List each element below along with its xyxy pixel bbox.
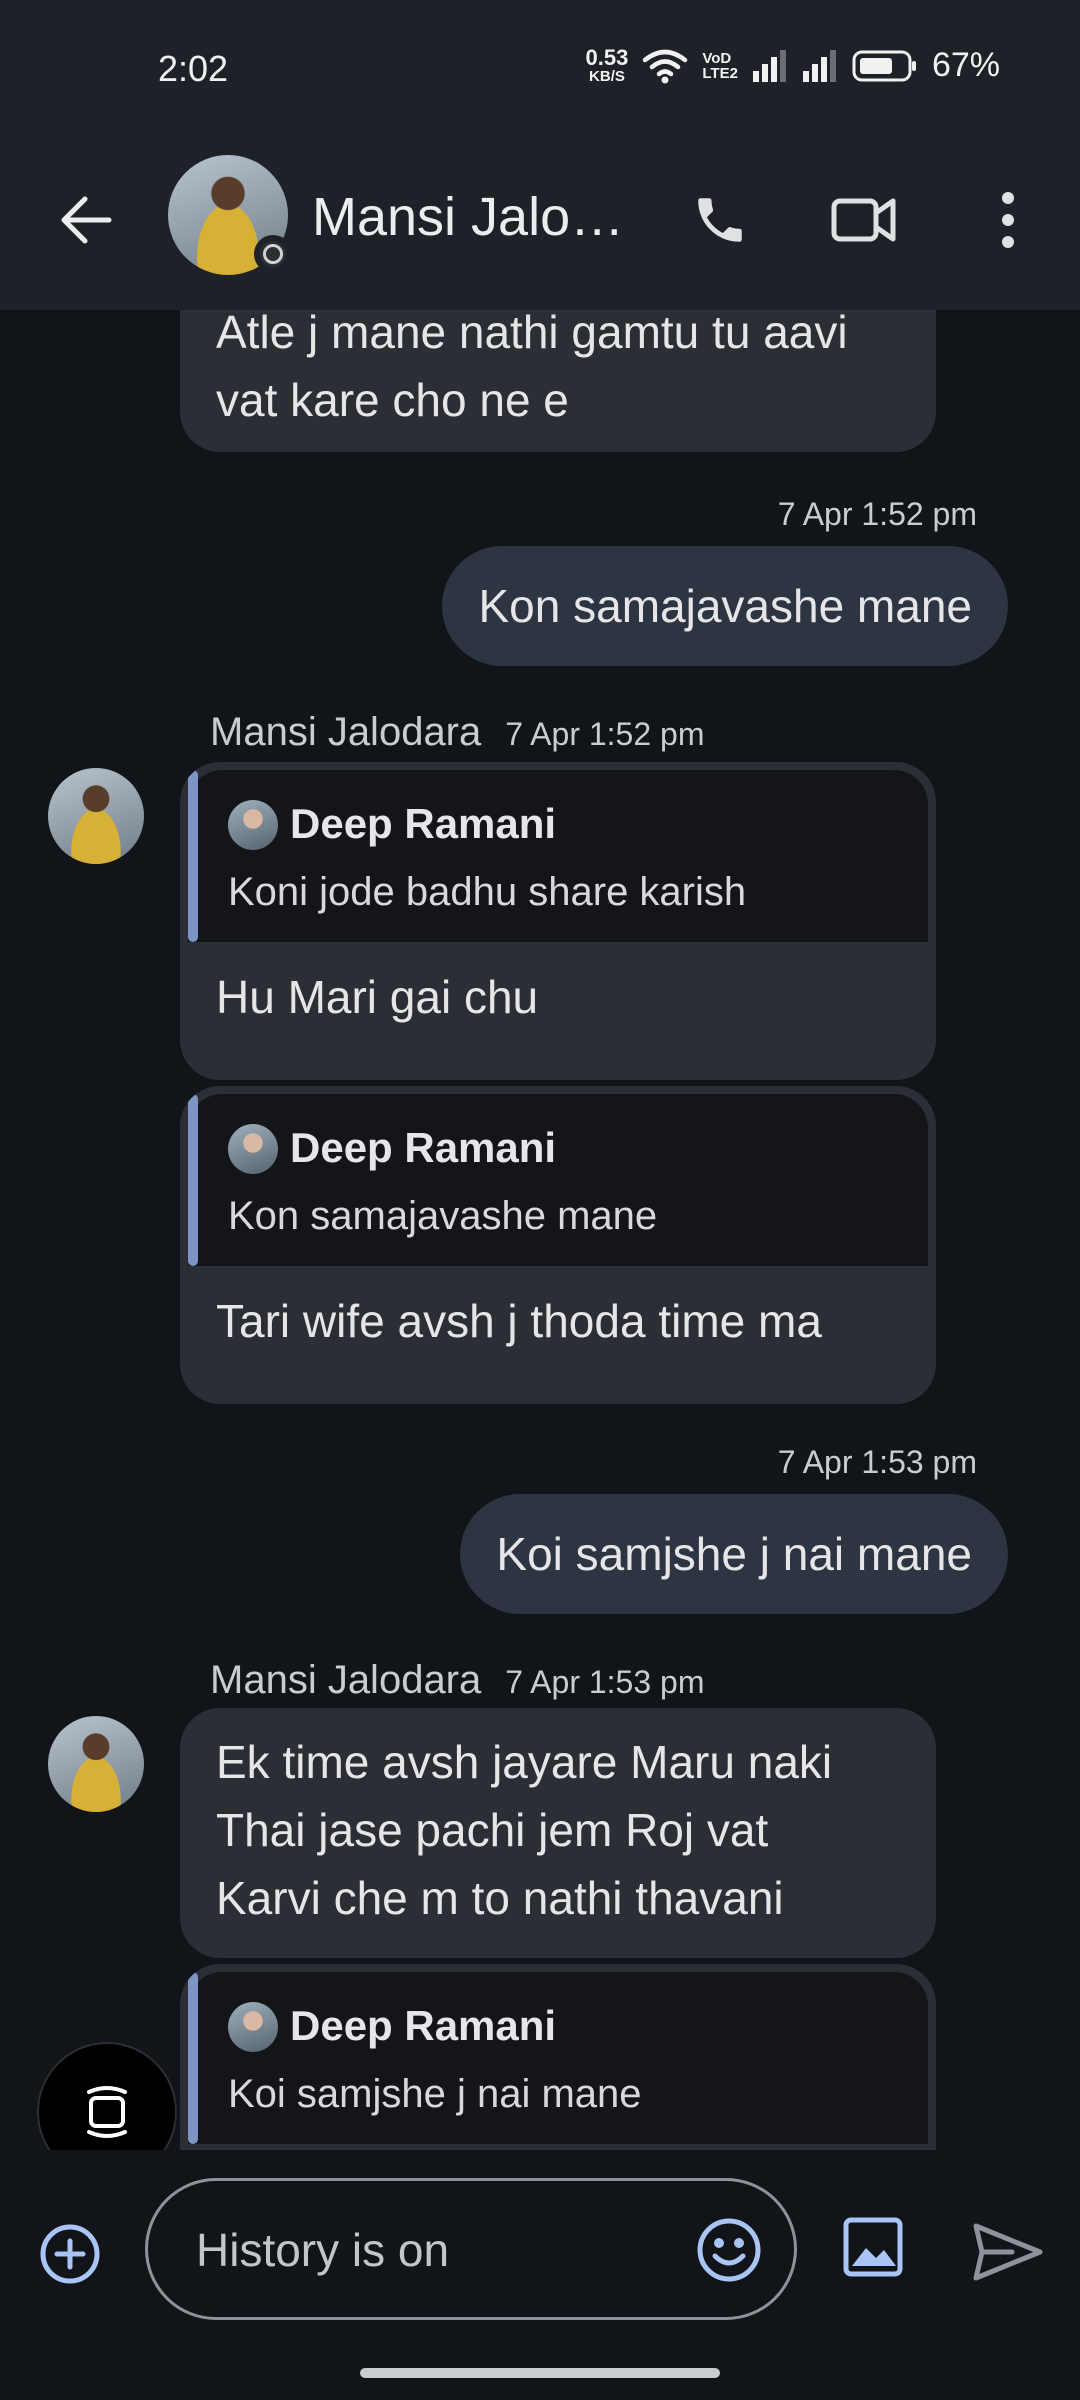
message-text: Koi samjshe j nai mane: [496, 1528, 972, 1580]
more-options-button[interactable]: [968, 180, 1048, 260]
network-speed-unit: KB/S: [589, 68, 625, 85]
sender-header: Mansi Jalodara 7 Apr 1:52 pm: [210, 710, 704, 755]
message-line: Karvi che m to nathi thavani: [216, 1872, 784, 1924]
quote-text: Koi samjshe j nai mane: [228, 2072, 642, 2116]
video-call-button[interactable]: [824, 180, 904, 260]
quote-author-avatar: [228, 1124, 278, 1174]
emoji-smile-icon: [697, 2218, 761, 2282]
incoming-reply-message[interactable]: Deep Ramani Kon samajavashe mane Tari wi…: [180, 1086, 936, 1404]
screen-window-icon: [87, 2086, 127, 2138]
message-list[interactable]: Atle j mane nathi gamtu tu aavi vat kare…: [0, 310, 1080, 2150]
outgoing-message[interactable]: Koi samjshe j nai mane: [460, 1494, 1008, 1614]
incoming-message[interactable]: Ek time avsh jayare Maru naki Thai jase …: [180, 1708, 936, 1958]
battery-percentage: 67%: [931, 46, 1000, 84]
send-button[interactable]: [968, 2212, 1048, 2292]
home-indicator[interactable]: [360, 2368, 720, 2378]
arrow-back-icon: [61, 196, 112, 244]
signal-icon-2: [802, 49, 836, 82]
quote-author: Deep Ramani: [290, 2002, 557, 2049]
image-icon: [843, 2217, 903, 2277]
status-indicators: 0.53 KB/S VoD LTE2 67%: [586, 46, 1000, 85]
video-camera-icon: [831, 198, 896, 242]
message-text: Ek time avsh jayare Maru naki Thai jase …: [216, 1728, 900, 1932]
message-line: Atle j mane nathi gamtu tu aavi: [216, 310, 848, 358]
message-timestamp: 7 Apr 1:52 pm: [777, 496, 977, 532]
sender-avatar[interactable]: [48, 1716, 144, 1812]
status-time: 2:02: [158, 48, 229, 89]
sender-name: Mansi Jalodara: [210, 1658, 482, 1702]
message-text: Tari wife avsh j thoda time ma: [216, 1295, 822, 1347]
sender-header: Mansi Jalodara 7 Apr 1:53 pm: [210, 1658, 704, 1703]
contact-name[interactable]: Mansi Jalo…: [312, 186, 632, 248]
call-button[interactable]: [680, 180, 760, 260]
quote-accent-bar: [188, 770, 198, 942]
battery-icon: [852, 50, 916, 81]
quote-accent-bar: [188, 1094, 198, 1266]
screen: 2:02 0.53 KB/S VoD LTE2 67% Mansi Jalo… …: [0, 0, 1080, 2400]
volte-bottom-label: LTE2: [702, 64, 738, 82]
sender-name: Mansi Jalodara: [210, 710, 482, 754]
add-circle-icon: [40, 2224, 100, 2284]
message-line: Ek time avsh jayare Maru naki: [216, 1736, 833, 1788]
wifi-icon: [643, 49, 688, 83]
back-button[interactable]: [48, 182, 124, 258]
message-timestamp: 7 Apr 1:53 pm: [777, 1444, 977, 1480]
more-vert-icon: [1002, 192, 1014, 248]
contact-avatar[interactable]: [168, 155, 292, 275]
outgoing-message[interactable]: Kon samajavashe mane: [442, 546, 1008, 666]
message-line: Thai jase pachi jem Roj vat: [216, 1804, 769, 1856]
message-input-placeholder: History is on: [196, 2224, 450, 2276]
network-speed: 0.53 KB/S: [585, 45, 629, 85]
message-line: vat kare cho ne e: [216, 374, 569, 426]
quote-author-avatar: [228, 800, 278, 850]
volte-top-label: VoD: [702, 49, 732, 67]
sender-time: 7 Apr 1:53 pm: [505, 1664, 705, 1700]
message-text: Hu Mari gai chu: [216, 971, 539, 1023]
quote-author: Deep Ramani: [290, 1124, 557, 1171]
signal-icon: [752, 49, 786, 82]
phone-icon: [698, 198, 742, 242]
quote-author: Deep Ramani: [290, 800, 557, 847]
emoji-button[interactable]: [694, 2215, 764, 2285]
message-composer: History is on: [0, 2150, 1080, 2400]
message-text: Kon samajavashe mane: [478, 580, 972, 632]
message-text: Atle j mane nathi gamtu tu aavi vat kare…: [216, 310, 900, 434]
quote-author-avatar: [228, 2002, 278, 2052]
presence-badge-icon: [254, 235, 292, 273]
app-bar: Mansi Jalo…: [0, 130, 1080, 310]
quote-text: Kon samajavashe mane: [228, 1194, 658, 1238]
incoming-reply-message[interactable]: Deep Ramani Koni jode badhu share karish…: [180, 762, 936, 1080]
quoted-message[interactable]: Deep Ramani Koi samjshe j nai mane: [188, 1972, 928, 2144]
quote-accent-bar: [188, 1972, 198, 2144]
gallery-button[interactable]: [838, 2212, 908, 2282]
quote-text: Koni jode badhu share karish: [228, 870, 747, 914]
sender-time: 7 Apr 1:52 pm: [505, 716, 705, 752]
network-speed-value: 0.53: [585, 45, 629, 70]
incoming-message[interactable]: Atle j mane nathi gamtu tu aavi vat kare…: [180, 310, 936, 452]
sender-avatar[interactable]: [48, 768, 144, 864]
incoming-reply-message[interactable]: Deep Ramani Koi samjshe j nai mane: [180, 1964, 936, 2150]
add-attachment-button[interactable]: [34, 2218, 106, 2290]
quoted-message[interactable]: Deep Ramani Kon samajavashe mane: [188, 1094, 928, 1266]
send-icon: [973, 2223, 1043, 2281]
status-bar: 2:02 0.53 KB/S VoD LTE2 67%: [0, 0, 1080, 130]
message-input[interactable]: History is on: [145, 2178, 797, 2320]
volte-indicator: VoD LTE2: [702, 51, 738, 81]
quoted-message[interactable]: Deep Ramani Koni jode badhu share karish: [188, 770, 928, 942]
